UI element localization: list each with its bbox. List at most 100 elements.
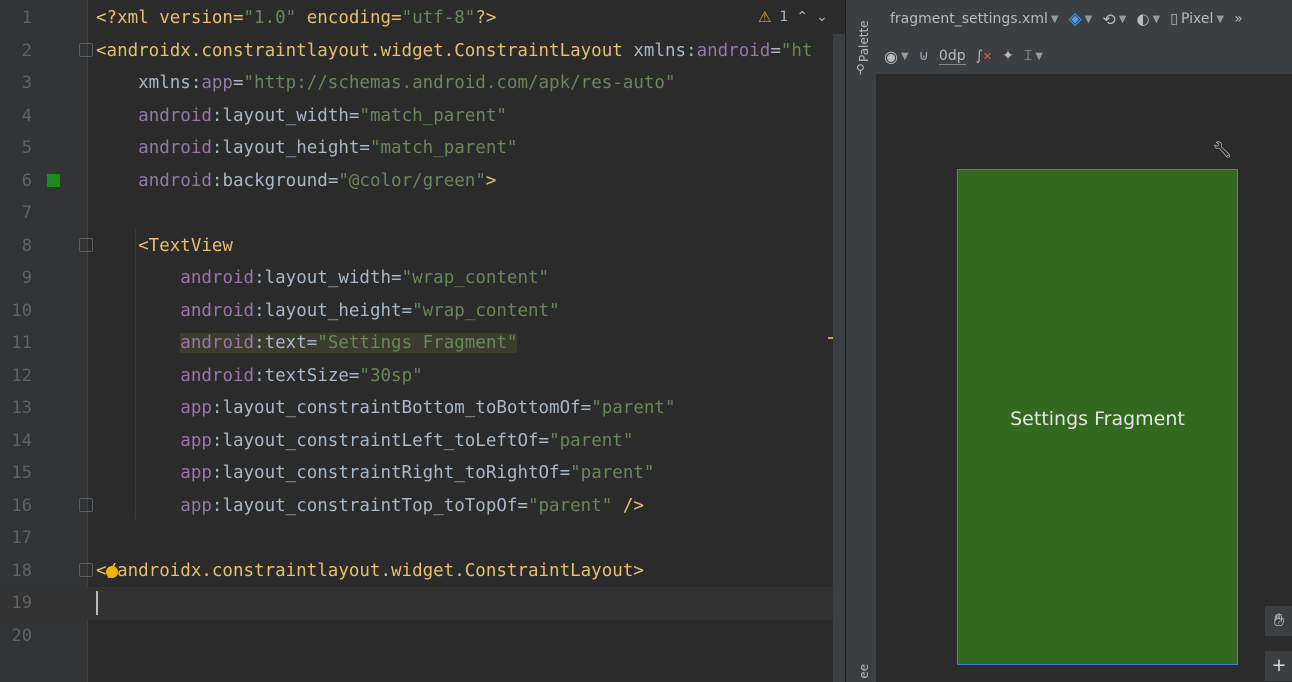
rotate-icon: ⟲ xyxy=(1102,9,1116,29)
line-number: 7 xyxy=(21,203,32,223)
code-text[interactable]: </androidx.constraintlayout.widget.Const… xyxy=(96,555,644,588)
line-number: 3 xyxy=(21,73,32,93)
code-line[interactable]: 13 app:layout_constraintBottom_toBottomO… xyxy=(0,392,833,425)
infer-constraints-button[interactable]: ✦ xyxy=(997,48,1019,64)
line-number: 18 xyxy=(11,560,32,581)
code-text[interactable]: app:layout_constraintLeft_toLeftOf="pare… xyxy=(96,425,633,458)
line-number: 17 xyxy=(11,528,32,548)
code-text[interactable]: app:layout_constraintTop_toTopOf="parent… xyxy=(96,490,644,523)
code-line[interactable]: 10 android:layout_height="wrap_content" xyxy=(0,295,833,328)
code-text[interactable]: app:layout_constraintRight_toRightOf="pa… xyxy=(96,457,654,490)
preview-textview[interactable]: Settings Fragment xyxy=(958,408,1237,430)
code-text[interactable]: android:layout_width="wrap_content" xyxy=(96,262,549,295)
code-line[interactable]: 16 app:layout_constraintTop_toTopOf="par… xyxy=(0,490,833,523)
chevron-up-icon[interactable]: ⌃ xyxy=(796,9,808,25)
code-text[interactable]: <?xml version="1.0" encoding="utf-8"?> xyxy=(96,2,496,35)
code-text[interactable]: xmlns:app="http://schemas.android.com/ap… xyxy=(96,67,675,100)
fold-marker[interactable] xyxy=(79,43,93,57)
magic-wand-icon: ✦ xyxy=(1002,48,1014,64)
chevron-down-icon[interactable]: ⌄ xyxy=(816,9,828,25)
code-token: :layout_width= xyxy=(211,105,360,126)
color-preview-swatch[interactable] xyxy=(47,174,60,187)
layers-button[interactable]: ◈ ▼ xyxy=(1064,9,1098,29)
plus-icon[interactable]: + xyxy=(1264,650,1292,682)
device-selector[interactable]: ▯ Pixel ▼ xyxy=(1165,11,1229,27)
device-preview[interactable]: Settings Fragment xyxy=(957,169,1238,665)
fold-marker[interactable] xyxy=(79,563,93,577)
code-token: :layout_height= xyxy=(211,138,370,158)
wrench-icon[interactable]: 🔧︎ xyxy=(1212,140,1232,159)
code-line[interactable]: 20 xyxy=(0,620,833,653)
clear-constraints-button[interactable]: ∫✕ xyxy=(971,48,998,64)
clear-constraints-icon: ∫✕ xyxy=(975,48,993,64)
code-line[interactable]: 8 <TextView xyxy=(0,230,833,263)
code-token: :layout_width= xyxy=(254,268,402,288)
line-number: 9 xyxy=(21,268,32,288)
code-text[interactable]: android:layout_width="match_parent" xyxy=(96,100,507,133)
code-text[interactable]: android:background="@color/green"> xyxy=(96,165,496,198)
code-token: :layout_constraintLeft_toLeftOf= xyxy=(211,430,550,451)
code-token: > xyxy=(485,170,497,191)
fold-marker[interactable] xyxy=(79,498,93,512)
code-text[interactable]: android:layout_height="match_parent" xyxy=(96,132,517,165)
code-text[interactable]: <androidx.constraintlayout.widget.Constr… xyxy=(96,35,812,68)
file-selector[interactable]: fragment_settings.xml ▼ xyxy=(876,11,1064,27)
code-token: <TextView xyxy=(96,235,233,256)
code-token: "parent" xyxy=(549,430,634,451)
code-line[interactable]: 6 android:background="@color/green"> xyxy=(0,165,833,198)
code-line[interactable]: 9 android:layout_width="wrap_content" xyxy=(0,262,833,295)
hand-icon[interactable]: ✋︎ xyxy=(1264,605,1292,637)
code-token: android xyxy=(180,268,255,288)
line-number: 20 xyxy=(11,625,32,646)
component-tree-tab[interactable]: ee xyxy=(857,664,871,679)
code-line[interactable]: 19 xyxy=(0,587,833,620)
code-line[interactable]: 5 android:layout_height="match_parent" xyxy=(0,132,833,165)
code-token: encoding= xyxy=(296,8,402,28)
palette-icon[interactable]: ⚲ xyxy=(856,62,870,76)
code-token: "parent" xyxy=(527,495,613,516)
orientation-button[interactable]: ⟲ ▼ xyxy=(1097,10,1131,29)
chevron-down-icon: ▼ xyxy=(1035,50,1043,62)
code-token: "ht xyxy=(780,40,813,61)
code-line[interactable]: 11 android:text="Settings Fragment" xyxy=(0,327,833,360)
inspection-widget[interactable]: ⚠ 1 ⌃ ⌄ xyxy=(758,8,828,26)
code-line[interactable]: 14 app:layout_constraintLeft_toLeftOf="p… xyxy=(0,425,833,458)
code-token: "match_parent" xyxy=(359,105,507,126)
code-editor[interactable]: 1 <?xml version="1.0" encoding="utf-8"?> 2… xyxy=(0,0,833,682)
default-margin-button[interactable]: 0dp xyxy=(934,48,971,65)
code-line[interactable]: 4 android:layout_width="match_parent" xyxy=(0,100,833,133)
code-line[interactable]: 7 xyxy=(0,197,833,230)
guidelines-button[interactable]: ⌶ ▼ xyxy=(1019,48,1048,64)
code-text[interactable]: app:layout_constraintBottom_toBottomOf="… xyxy=(96,392,675,425)
autoconnect-toggle[interactable]: ⊍ xyxy=(914,48,934,64)
code-line[interactable]: 18 </androidx.constraintlayout.widget.Con… xyxy=(0,555,833,588)
code-token: app xyxy=(201,73,233,93)
code-line[interactable]: 17 xyxy=(0,522,833,555)
device-name: Pixel xyxy=(1180,11,1214,27)
line-number: 14 xyxy=(11,430,32,451)
warning-triangle-icon: ⚠ xyxy=(758,8,772,26)
theme-button[interactable]: ◐ ▼ xyxy=(1131,10,1165,28)
fold-marker[interactable] xyxy=(79,238,93,252)
vertical-scrollbar[interactable] xyxy=(833,34,845,682)
code-line[interactable]: 3 xmlns:app="http://schemas.android.com/… xyxy=(0,67,833,100)
view-options-button[interactable]: ◉ ▼ xyxy=(876,47,914,66)
overflow-button[interactable]: » xyxy=(1229,11,1248,27)
code-line[interactable]: 2 <androidx.constraintlayout.widget.Const… xyxy=(0,35,833,68)
code-token: :layout_constraintBottom_toBottomOf= xyxy=(211,398,592,418)
palette-tab[interactable]: Palette xyxy=(857,14,871,62)
code-text[interactable]: android:layout_height="wrap_content" xyxy=(96,295,559,328)
line-number: 11 xyxy=(11,333,32,353)
code-text[interactable]: android:textSize="30sp" xyxy=(96,360,422,393)
lightbulb-icon[interactable] xyxy=(106,566,118,578)
code-line[interactable]: 12 android:textSize="30sp" xyxy=(0,360,833,393)
code-line[interactable]: 1 <?xml version="1.0" encoding="utf-8"?> xyxy=(0,2,833,35)
code-token: "parent" xyxy=(570,463,655,483)
chevron-down-icon: ▼ xyxy=(1152,13,1161,25)
code-text[interactable]: <TextView xyxy=(96,230,233,263)
code-line[interactable]: 15 app:layout_constraintRight_toRightOf=… xyxy=(0,457,833,490)
code-text[interactable]: android:text="Settings Fragment" xyxy=(96,327,518,360)
